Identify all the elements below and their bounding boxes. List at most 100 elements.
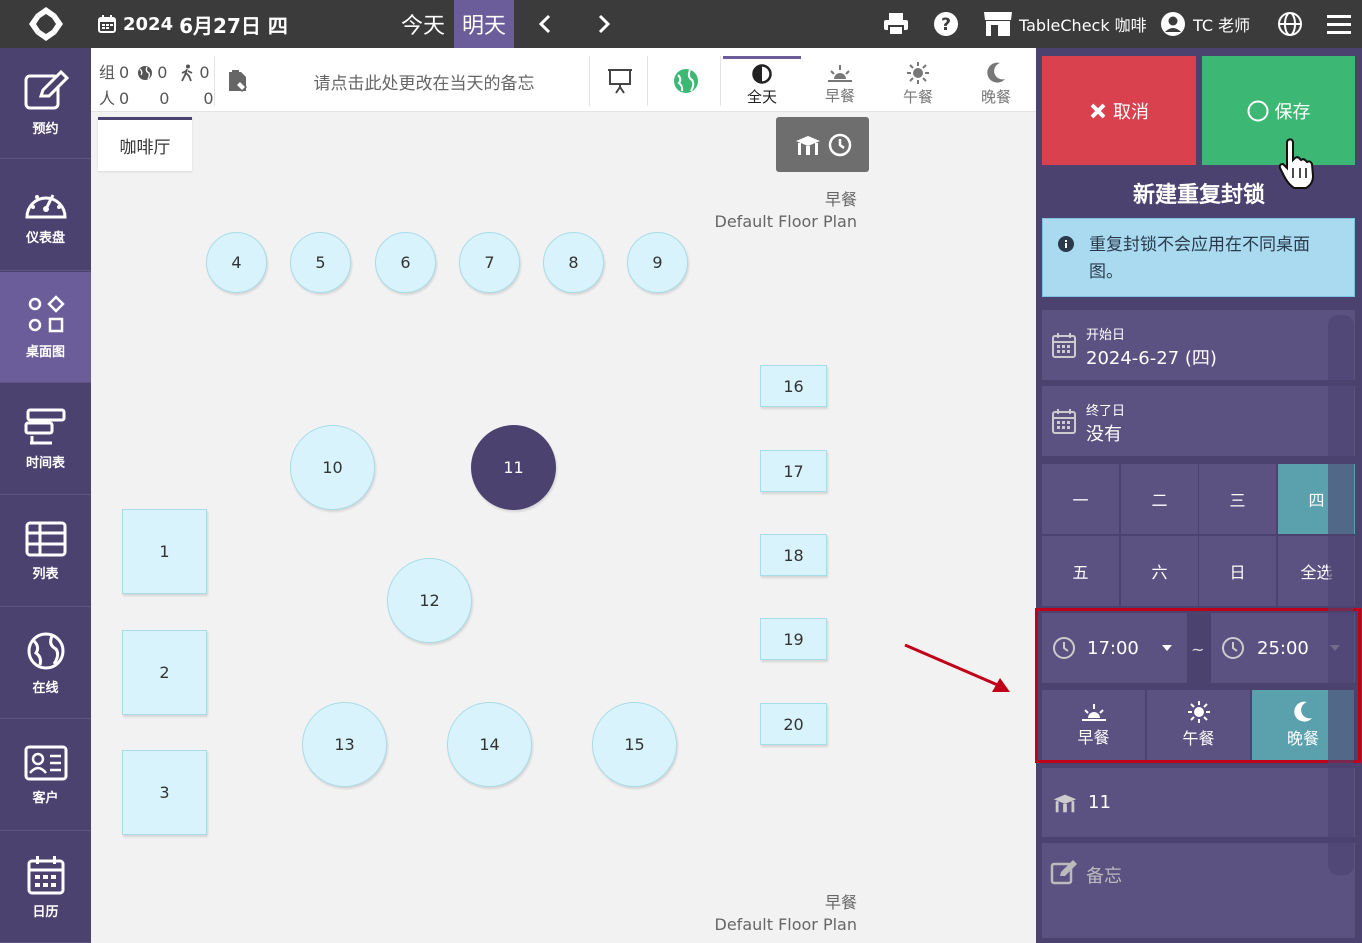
weekday-sat[interactable]: 六 <box>1121 536 1199 607</box>
reservation-stats: 组 0 0 0 人 0 0 0 <box>99 60 214 112</box>
user-circle-icon <box>1161 12 1185 36</box>
table-3[interactable]: 3 <box>122 750 207 835</box>
close-icon <box>1090 103 1106 118</box>
help-button[interactable]: ? <box>930 0 962 48</box>
table-10[interactable]: 10 <box>290 425 375 510</box>
weekday-sun[interactable]: 日 <box>1199 536 1277 607</box>
sidebar-label: 客户 <box>32 790 59 806</box>
table-7[interactable]: 7 <box>459 232 520 293</box>
table-5[interactable]: 5 <box>290 232 351 293</box>
store-selector[interactable]: TableCheck 咖啡 <box>983 0 1147 48</box>
print-button[interactable] <box>880 0 912 48</box>
note-field[interactable]: 备忘 <box>1042 843 1355 938</box>
cancel-label: 取消 <box>1113 101 1149 123</box>
circle-icon <box>1247 100 1268 121</box>
weekday-fri[interactable]: 五 <box>1042 536 1120 607</box>
table-19[interactable]: 19 <box>760 618 827 660</box>
sidebar-label: 列表 <box>32 566 59 582</box>
tab-breakfast[interactable]: 早餐 <box>801 56 879 112</box>
table-18[interactable]: 18 <box>760 534 827 576</box>
chevron-left-icon <box>538 14 551 34</box>
selected-table-field[interactable]: 11 <box>1042 768 1355 837</box>
sidebar-item-calendar[interactable]: 日历 <box>0 832 91 943</box>
tab-all-day[interactable]: 全天 <box>723 56 801 112</box>
tab-lunch[interactable]: 午餐 <box>879 56 957 112</box>
next-day-button[interactable] <box>584 0 624 48</box>
sidebar-item-online[interactable]: 在线 <box>0 608 91 719</box>
table-icon <box>795 135 820 155</box>
add-block-button[interactable] <box>776 117 869 172</box>
globe-icon <box>138 66 153 80</box>
annotation-arrow <box>904 643 1010 692</box>
online-toggle-button[interactable] <box>651 56 721 106</box>
half-circle-icon <box>752 64 772 84</box>
sidebar-label: 日历 <box>32 904 59 920</box>
people-label: 人 <box>99 89 116 108</box>
weekday-wed[interactable]: 三 <box>1199 464 1277 535</box>
calendar-icon <box>1052 409 1076 434</box>
end-date-field[interactable]: 终了日 没有 <box>1042 386 1355 456</box>
clock-icon <box>828 133 851 156</box>
edit-icon <box>1050 860 1077 885</box>
memo-button[interactable] <box>214 56 259 106</box>
start-date-label: 开始日 <box>1086 328 1126 343</box>
table-8[interactable]: 8 <box>543 232 604 293</box>
weekday-mon[interactable]: 一 <box>1042 464 1120 535</box>
printer-icon <box>884 13 908 36</box>
sidebar-item-customers[interactable]: 客户 <box>0 720 91 831</box>
table-15[interactable]: 15 <box>592 702 677 787</box>
floor-toolbar: 组 0 0 0 人 0 0 0 请点击此处更改在当天的备忘 全天 早餐 午餐 晚… <box>91 48 1036 112</box>
sidebar-item-list[interactable]: 列表 <box>0 496 91 607</box>
date-year: 2024 <box>123 13 174 35</box>
table-17[interactable]: 17 <box>760 450 827 492</box>
sidebar-item-timeline[interactable]: 时间表 <box>0 384 91 495</box>
table-16[interactable]: 16 <box>760 365 827 407</box>
tab-dinner[interactable]: 晚餐 <box>957 56 1035 112</box>
hamburger-menu-icon <box>1327 15 1351 34</box>
walk-in-icon <box>181 64 193 82</box>
table-13[interactable]: 13 <box>302 702 387 787</box>
presentation-button[interactable] <box>593 56 648 106</box>
date-picker[interactable]: 2024 6月27日 四 <box>97 0 288 48</box>
note-placeholder: 备忘 <box>1086 866 1122 887</box>
floor-area-tab[interactable]: 咖啡厅 <box>98 117 192 171</box>
menu-button[interactable] <box>1323 0 1355 48</box>
tomorrow-button[interactable]: 明天 <box>454 0 514 48</box>
table-12[interactable]: 12 <box>387 558 472 643</box>
user-menu[interactable]: TC 老师 <box>1160 0 1250 48</box>
sidebar-item-floorplan[interactable]: 桌面图 <box>0 272 91 383</box>
date-label: 6月27日 四 <box>179 13 288 38</box>
timeline-icon <box>24 408 65 444</box>
start-date-field[interactable]: 开始日 2024-6-27 (四) <box>1042 310 1355 380</box>
table-6[interactable]: 6 <box>375 232 436 293</box>
clipboard-icon <box>229 70 248 93</box>
walkin-groups-value: 0 <box>199 63 210 82</box>
groups-value: 0 <box>119 63 130 82</box>
table-4[interactable]: 4 <box>206 232 267 293</box>
today-button[interactable]: 今天 <box>392 0 454 48</box>
table-1[interactable]: 1 <box>122 509 207 594</box>
info-text: 重复封锁不会应用在不同桌面图。 <box>1089 235 1310 282</box>
selected-table-value: 11 <box>1088 792 1111 813</box>
plan-service: 早餐 <box>824 893 857 912</box>
app-logo[interactable] <box>0 0 91 48</box>
sidebar-item-dashboard[interactable]: 仪表盘 <box>0 160 91 271</box>
prev-day-button[interactable] <box>525 0 565 48</box>
plan-name: Default Floor Plan <box>714 915 857 934</box>
tab-label: 午餐 <box>902 87 933 106</box>
weekday-tue[interactable]: 二 <box>1121 464 1199 535</box>
table-11-selected[interactable]: 11 <box>471 425 556 510</box>
table-2[interactable]: 2 <box>122 630 207 715</box>
table-14[interactable]: 14 <box>447 702 532 787</box>
daily-memo-field[interactable]: 请点击此处更改在当天的备忘 <box>259 56 590 106</box>
cancel-button[interactable]: 取消 <box>1042 56 1196 165</box>
table-icon <box>1053 794 1077 812</box>
online-groups-value: 0 <box>157 63 168 82</box>
language-button[interactable] <box>1274 0 1306 48</box>
panel-scrollbar[interactable] <box>1328 315 1354 875</box>
user-name: TC 老师 <box>1193 16 1251 35</box>
table-20[interactable]: 20 <box>760 703 827 745</box>
sidebar-item-reservations[interactable]: 预约 <box>0 48 91 159</box>
table-9[interactable]: 9 <box>627 232 688 293</box>
top-bar: 2024 6月27日 四 今天 明天 ? TableCheck 咖啡 TC 老师 <box>0 0 1362 48</box>
